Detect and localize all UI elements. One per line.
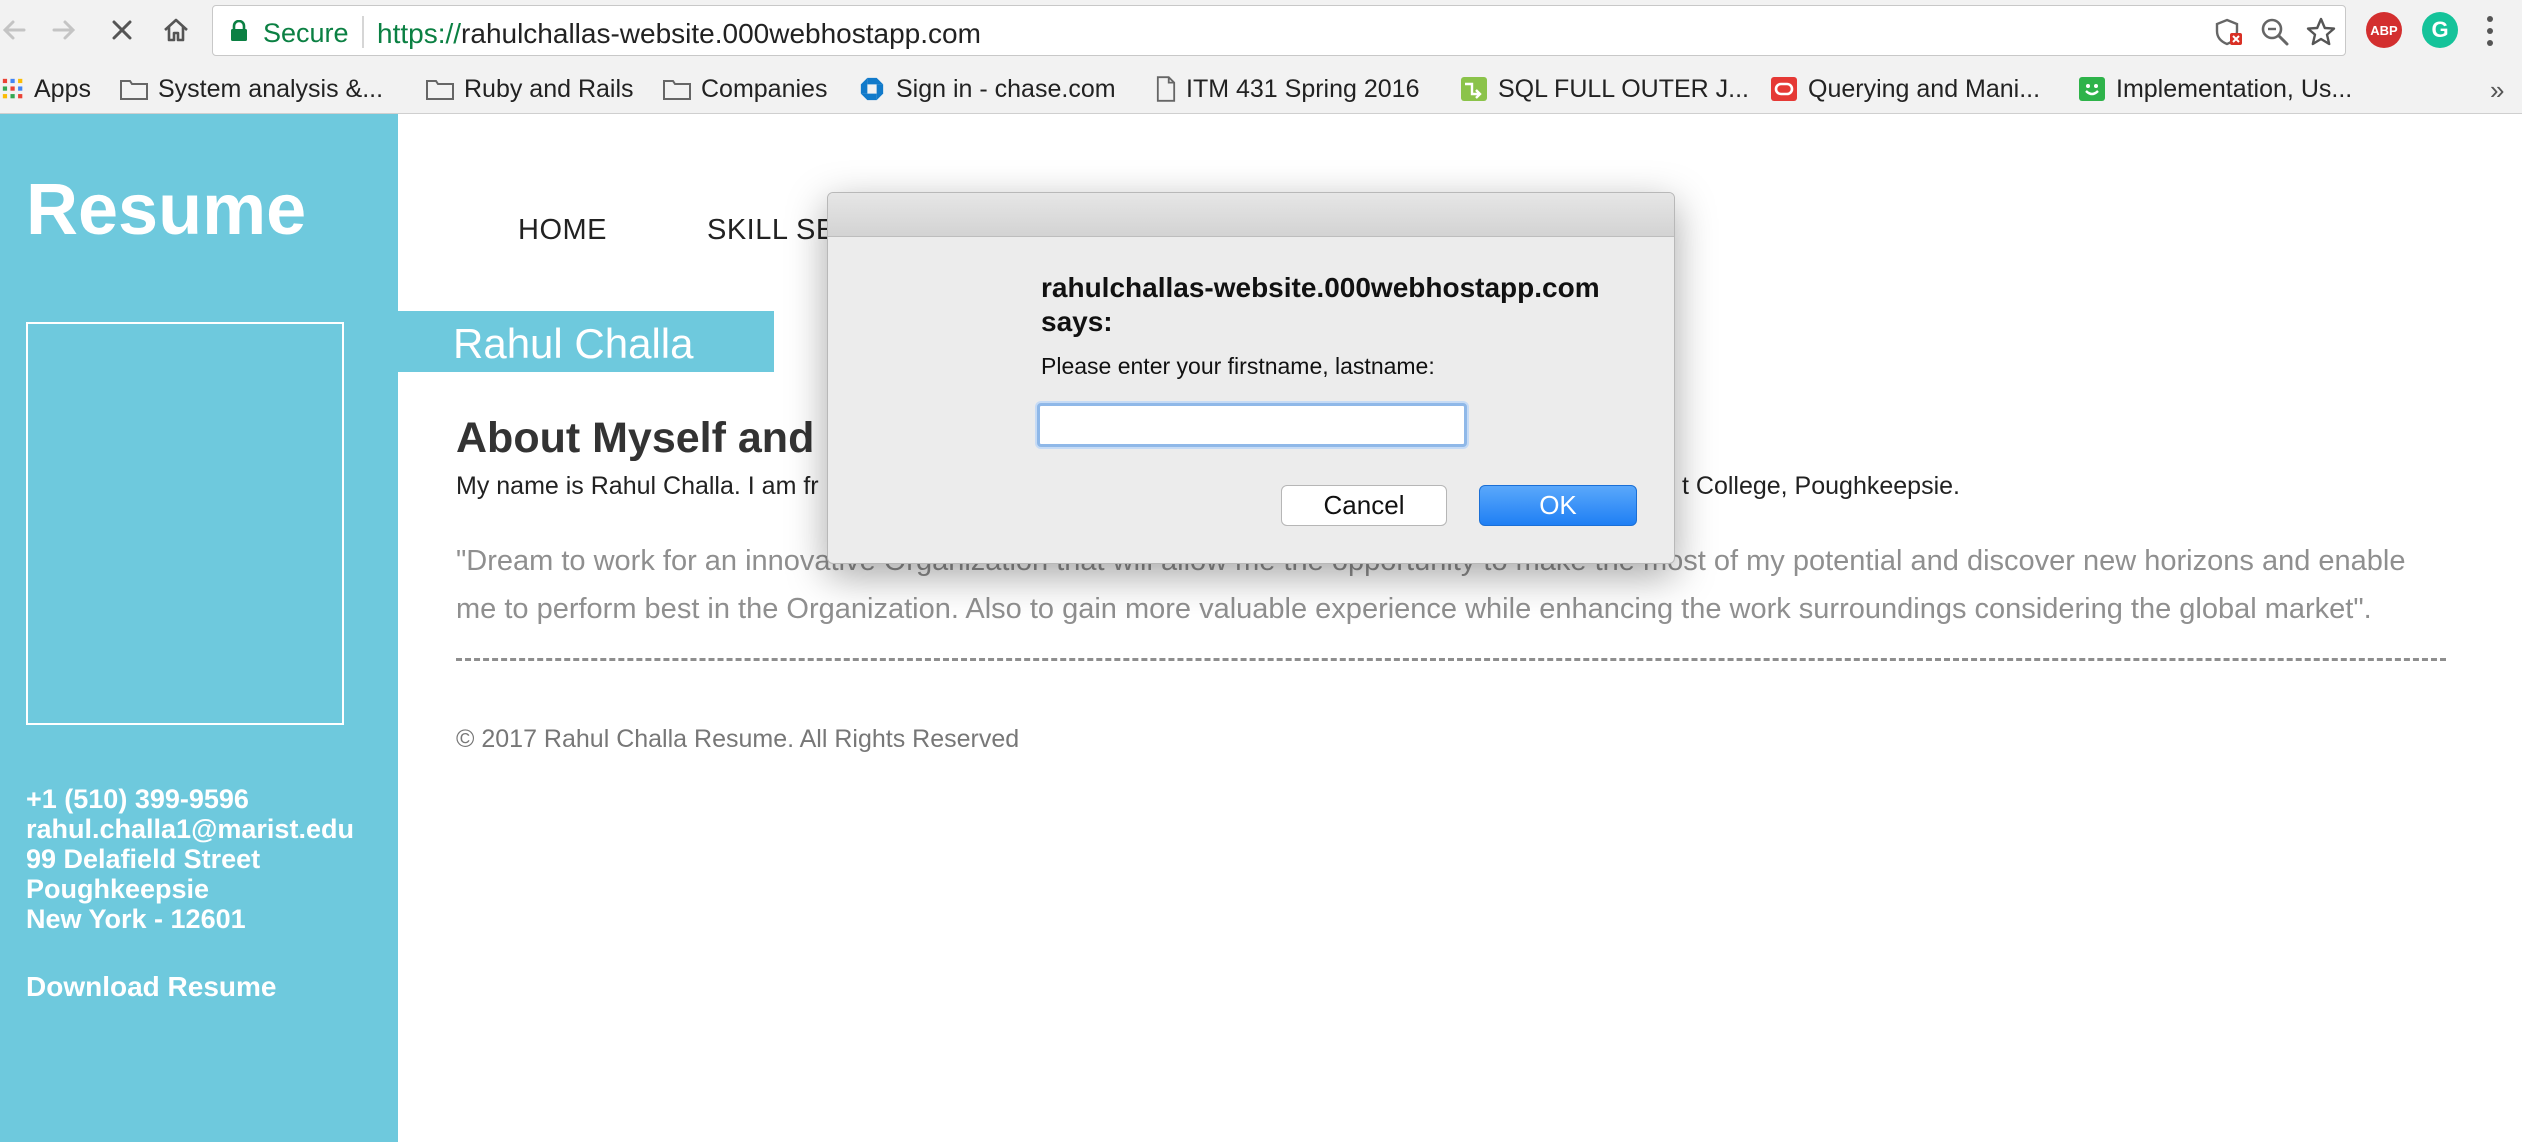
bookmark-implementation[interactable]: Implementation, Us...: [2078, 71, 2352, 107]
contact-street: 99 Delafield Street: [26, 844, 261, 874]
dialog-titlebar[interactable]: [828, 193, 1674, 237]
url-text[interactable]: https://rahulchallas-website.000webhosta…: [377, 18, 981, 50]
bookmark-label: System analysis &...: [158, 74, 384, 103]
contact-city: Poughkeepsie: [26, 874, 210, 904]
name-banner-text: Rahul Challa: [453, 320, 694, 367]
bookmarks-overflow-chevron[interactable]: »: [2490, 75, 2504, 106]
adblock-plus-icon[interactable]: ABP: [2366, 12, 2402, 48]
grammarly-label: G: [2431, 17, 2449, 42]
adblock-label: ABP: [2370, 22, 2398, 38]
bookmark-system-analysis[interactable]: System analysis &...: [120, 71, 383, 107]
bookmark-label: Sign in - chase.com: [896, 74, 1116, 103]
dialog-message: Please enter your firstname, lastname:: [1041, 353, 1435, 379]
ok-button[interactable]: OK: [1479, 485, 1637, 526]
site-title: Resume: [26, 170, 307, 250]
back-arrow-icon[interactable]: [0, 8, 36, 52]
blocked-shield-icon[interactable]: [2213, 16, 2245, 48]
star-bookmark-icon[interactable]: [2305, 16, 2337, 48]
home-icon[interactable]: [154, 8, 198, 52]
contact-phone: +1 (510) 399-9596: [26, 784, 249, 814]
bookmark-label: Ruby and Rails: [464, 74, 634, 103]
bookmark-label: ITM 431 Spring 2016: [1186, 74, 1420, 103]
contact-email: rahul.challa1@marist.edu: [26, 814, 354, 844]
smiley-site-icon: [2079, 77, 2105, 101]
bookmark-label: Querying and Mani...: [1808, 74, 2041, 103]
folder-icon: [426, 80, 454, 100]
about-heading: About Myself and: [456, 414, 815, 462]
bookmark-chase[interactable]: Sign in - chase.com: [858, 71, 1116, 107]
bookmarks-bar: Apps System analysis &... Ruby and Rails…: [0, 63, 2522, 114]
stop-loading-icon[interactable]: [100, 8, 144, 52]
lock-icon: [231, 20, 247, 41]
url-scheme: https://: [377, 18, 462, 49]
contact-info: +1 (510) 399-9596 rahul.challa1@marist.e…: [26, 784, 354, 934]
bookmark-apps[interactable]: Apps: [2, 71, 91, 107]
chase-logo-icon: [860, 77, 884, 101]
bookmark-label: Apps: [34, 74, 91, 103]
browser-toolbar: Secure https://rahulchallas-website.000w…: [0, 0, 2522, 63]
bookmark-label: Implementation, Us...: [2116, 74, 2353, 103]
footer-copyright: © 2017 Rahul Challa Resume. All Rights R…: [456, 725, 1020, 753]
folder-icon: [120, 80, 148, 100]
forward-arrow-icon[interactable]: [42, 8, 86, 52]
bookmark-ruby-and-rails[interactable]: Ruby and Rails: [426, 71, 634, 107]
apps-grid-icon: [2, 78, 23, 99]
url-separator: [362, 16, 364, 48]
prompt-input-wrapper: [1037, 403, 1467, 447]
prompt-input[interactable]: [1037, 403, 1467, 447]
bookmark-querying[interactable]: Querying and Mani...: [1770, 71, 2040, 107]
name-banner: Rahul Challa: [398, 311, 774, 372]
download-resume-link[interactable]: Download Resume: [26, 971, 276, 1003]
nav-skill-set[interactable]: SKILL SE: [707, 214, 836, 247]
grammarly-icon[interactable]: G: [2422, 12, 2458, 48]
about-text: My name is Rahul Challa. I am fr: [456, 472, 819, 500]
address-bar[interactable]: Secure https://rahulchallas-website.000w…: [212, 5, 2346, 56]
oracle-icon: [1771, 77, 1797, 101]
cancel-button[interactable]: Cancel: [1281, 485, 1447, 526]
bookmark-label: Companies: [701, 74, 828, 103]
prompt-dialog: rahulchallas-website.000webhostapp.com s…: [827, 192, 1675, 564]
profile-photo-placeholder: [26, 322, 344, 725]
secure-label: Secure: [263, 18, 349, 48]
zoom-icon[interactable]: [2259, 16, 2291, 48]
page-icon: [1156, 76, 1176, 102]
folder-icon: [663, 80, 691, 100]
bookmark-label: SQL FULL OUTER J...: [1498, 74, 1749, 103]
url-host: rahulchallas-website.000webhostapp.com: [461, 18, 981, 49]
bookmark-companies[interactable]: Companies: [663, 71, 827, 107]
sidebar: Resume +1 (510) 399-9596 rahul.challa1@m…: [0, 114, 398, 1142]
sql-site-icon: [1461, 77, 1487, 101]
kebab-menu-icon[interactable]: [2484, 14, 2496, 48]
nav-home[interactable]: HOME: [518, 214, 607, 247]
bookmark-sql-full-outer[interactable]: SQL FULL OUTER J...: [1460, 71, 1749, 107]
bookmark-itm431[interactable]: ITM 431 Spring 2016: [1156, 71, 1419, 107]
contact-state-zip: New York - 12601: [26, 904, 246, 934]
dialog-title: rahulchallas-website.000webhostapp.com s…: [1041, 272, 1600, 337]
dashed-divider: [456, 658, 2446, 661]
about-text-end: t College, Poughkeepsie.: [1682, 472, 1960, 500]
